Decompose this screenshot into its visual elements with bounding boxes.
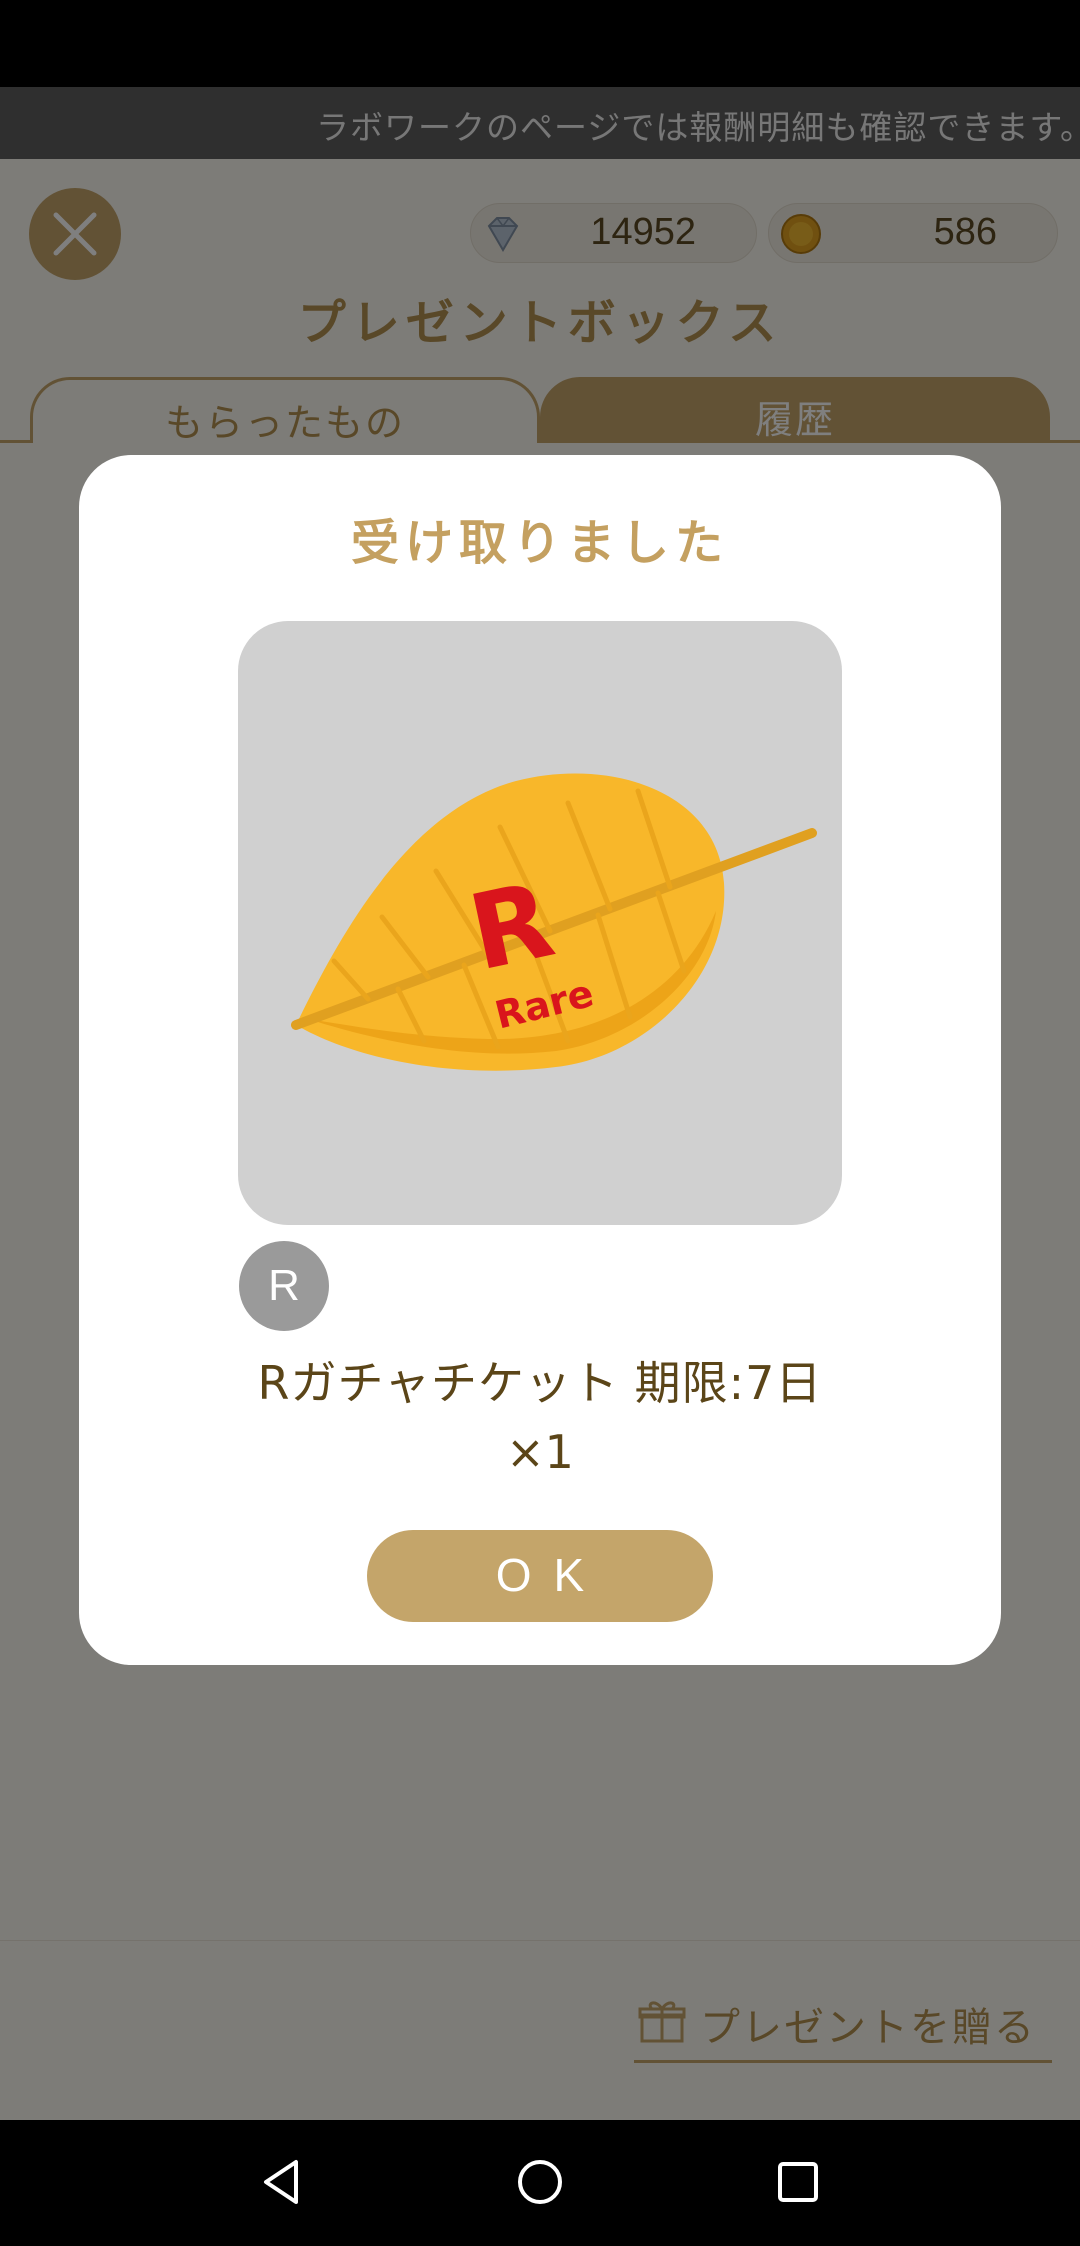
ok-button[interactable]: OK [367,1530,713,1622]
dialog-title: 受け取りました [350,515,729,571]
item-quantity: ×1 [506,1425,574,1479]
recents-icon[interactable] [768,2152,828,2212]
back-icon[interactable] [252,2152,312,2212]
item-name: Rガチャチケット 期限:7日 [257,1356,823,1410]
system-nav-bar [0,2120,1080,2246]
leaf-ticket-icon: R Rare [291,773,817,1071]
status-bar [0,0,1080,87]
received-dialog: 受け取りました R Rare R Rガチャチケット 期限:7日 ×1 OK [79,455,1001,1665]
rarity-badge: R [239,1241,329,1331]
home-icon[interactable] [510,2152,570,2212]
item-image: R Rare [238,621,842,1225]
